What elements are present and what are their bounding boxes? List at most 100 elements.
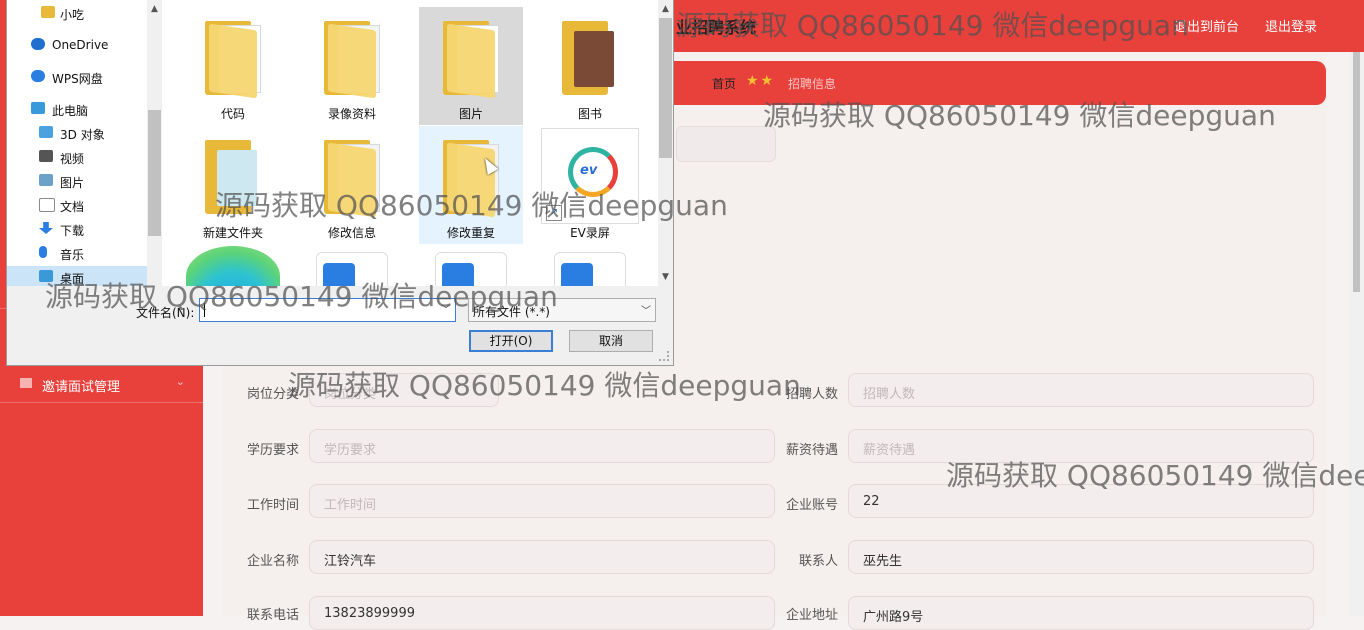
image-icon (39, 174, 53, 186)
file-item-ev-recorder-shortcut[interactable]: ev ↗ EV录屏 (538, 126, 642, 244)
image-field[interactable] (676, 126, 776, 162)
file-item-recording-folder[interactable]: 录像资料 (300, 7, 404, 125)
app-icon[interactable] (186, 246, 280, 286)
nav-item-label: 音乐 (60, 248, 85, 262)
chevron-down-icon: ﹀ (641, 306, 651, 317)
folder-icon (205, 21, 263, 99)
job-category-select[interactable]: 岗位分类 (309, 373, 499, 407)
document-icon[interactable] (554, 252, 626, 286)
filename-input[interactable]: ﹀ (199, 298, 456, 322)
file-item-label: 修改信息 (327, 226, 376, 240)
nav-item-documents[interactable]: 文档 (7, 194, 147, 216)
file-item-label: 图书 (577, 107, 602, 121)
scroll-up-icon[interactable]: ▲ (658, 4, 673, 14)
nav-item-downloads[interactable]: 下载 (7, 218, 147, 240)
logout-link[interactable]: 退出登录 (1265, 16, 1317, 35)
document-icon[interactable] (316, 252, 388, 286)
folder-icon (562, 21, 620, 95)
nav-item-label: 文档 (60, 200, 85, 214)
document-icon (39, 198, 55, 212)
cancel-button[interactable]: 取消 (569, 330, 653, 352)
nav-item-snacks[interactable]: 小吃 (7, 2, 147, 24)
folder-icon (443, 140, 501, 218)
salary-input[interactable]: 薪资待遇 (848, 429, 1314, 463)
nav-item-music[interactable]: 音乐 (7, 242, 147, 264)
salary-label: 薪资待遇 (785, 443, 838, 458)
phone-input[interactable]: 13823899999 (309, 596, 775, 630)
cube-icon (39, 126, 53, 138)
document-icon[interactable] (435, 252, 507, 286)
file-item-edit-info-folder[interactable]: 修改信息 (300, 126, 404, 244)
file-type-value: 所有文件 (*.*) (473, 305, 550, 319)
computer-icon (31, 102, 45, 114)
cloud-icon (31, 70, 45, 82)
nav-scrollbar[interactable]: ▲ (147, 0, 162, 286)
nav-item-label: OneDrive (52, 38, 109, 52)
nav-scrollbar-thumb[interactable] (148, 110, 161, 236)
headcount-input[interactable]: 招聘人数 (848, 373, 1314, 407)
work-time-input[interactable]: 工作时间 (309, 484, 775, 518)
file-item-code-folder[interactable]: 代码 (181, 7, 285, 125)
file-list-scrollbar-thumb[interactable] (659, 18, 672, 158)
headcount-label: 招聘人数 (785, 387, 838, 402)
nav-item-wps-drive[interactable]: WPS网盘 (7, 66, 147, 88)
text-caret (204, 303, 205, 317)
address-input[interactable]: 广州路9号 (848, 596, 1314, 630)
sidebar-item-interview-management[interactable]: 邀请面试管理 ⌄ (0, 366, 203, 403)
download-icon (39, 222, 53, 234)
shortcut-arrow-icon: ↗ (546, 205, 562, 221)
contact-person-label: 联系人 (798, 554, 838, 569)
nav-item-label: 3D 对象 (60, 128, 105, 142)
nav-item-onedrive[interactable]: OneDrive (7, 34, 147, 56)
address-label: 企业地址 (785, 608, 838, 623)
nav-item-pictures[interactable]: 图片 (7, 170, 147, 192)
chevron-down-icon[interactable]: ﹀ (441, 301, 451, 316)
file-item-pictures-folder[interactable]: 图片 (419, 7, 523, 125)
folder-icon (41, 6, 55, 18)
nav-item-label: 视频 (60, 152, 85, 166)
scroll-up-icon[interactable]: ▲ (147, 4, 162, 14)
chevron-down-icon: ⌄ (175, 375, 185, 388)
file-type-select[interactable]: 所有文件 (*.*) ﹀ (468, 298, 656, 322)
company-name-input[interactable]: 江铃汽车 (309, 540, 775, 574)
phone-label: 联系电话 (246, 608, 299, 623)
job-category-label: 岗位分类 (246, 387, 299, 402)
back-to-frontend-link[interactable]: 退出到前台 (1174, 16, 1239, 35)
breadcrumb: 首页 ★★ 招聘信息 (640, 61, 1326, 105)
company-account-label: 企业账号 (785, 498, 838, 513)
contact-person-input[interactable]: 巫先生 (848, 540, 1314, 574)
nav-item-this-pc[interactable]: 此电脑 (7, 98, 147, 120)
nav-item-3d-objects[interactable]: 3D 对象 (7, 122, 147, 144)
nav-item-videos[interactable]: 视频 (7, 146, 147, 168)
navigation-pane: 小吃 OneDrive WPS网盘 此电脑 3D 对象 视频 图片 文档 下载 … (7, 0, 167, 286)
work-time-label: 工作时间 (246, 498, 299, 513)
video-icon (39, 150, 53, 162)
open-button[interactable]: 打开(O) (469, 330, 553, 352)
folder-icon (324, 140, 382, 218)
resize-grip-icon[interactable] (659, 351, 669, 361)
company-account-input[interactable]: 22 (848, 484, 1314, 518)
page-scrollbar-thumb[interactable] (1353, 52, 1360, 292)
file-item-label: 录像资料 (327, 107, 376, 121)
sidebar-item-label: 邀请面试管理 (42, 380, 121, 395)
file-item-books-folder[interactable]: 图书 (538, 7, 642, 125)
folder-icon (205, 140, 263, 214)
file-item-new-folder[interactable]: 新建文件夹 (181, 126, 285, 244)
nav-item-desktop[interactable]: 桌面 (7, 266, 147, 286)
file-item-label: 代码 (220, 107, 245, 121)
folder-icon (443, 21, 501, 99)
page-scrollbar[interactable] (1349, 52, 1364, 616)
breadcrumb-home[interactable]: 首页 (712, 75, 736, 92)
breadcrumb-current: 招聘信息 (788, 77, 837, 91)
filename-label: 文件名(N): (136, 306, 195, 320)
nav-item-label: 下载 (60, 224, 85, 238)
file-list: 代码 录像资料 图片 图书 新建文件夹 修改信息 修改重复 ev ↗ EV录屏 (164, 0, 658, 286)
scroll-down-icon[interactable]: ▼ (658, 272, 673, 282)
nav-item-label: 图片 (60, 176, 85, 190)
file-list-scrollbar[interactable]: ▲ ▼ (658, 0, 673, 286)
education-input[interactable]: 学历要求 (309, 429, 775, 463)
file-item-label: 新建文件夹 (202, 226, 263, 240)
app-title: 业招聘系统 (676, 18, 757, 37)
cloud-icon (31, 38, 45, 50)
file-item-edit-duplicate-folder[interactable]: 修改重复 (419, 126, 523, 244)
